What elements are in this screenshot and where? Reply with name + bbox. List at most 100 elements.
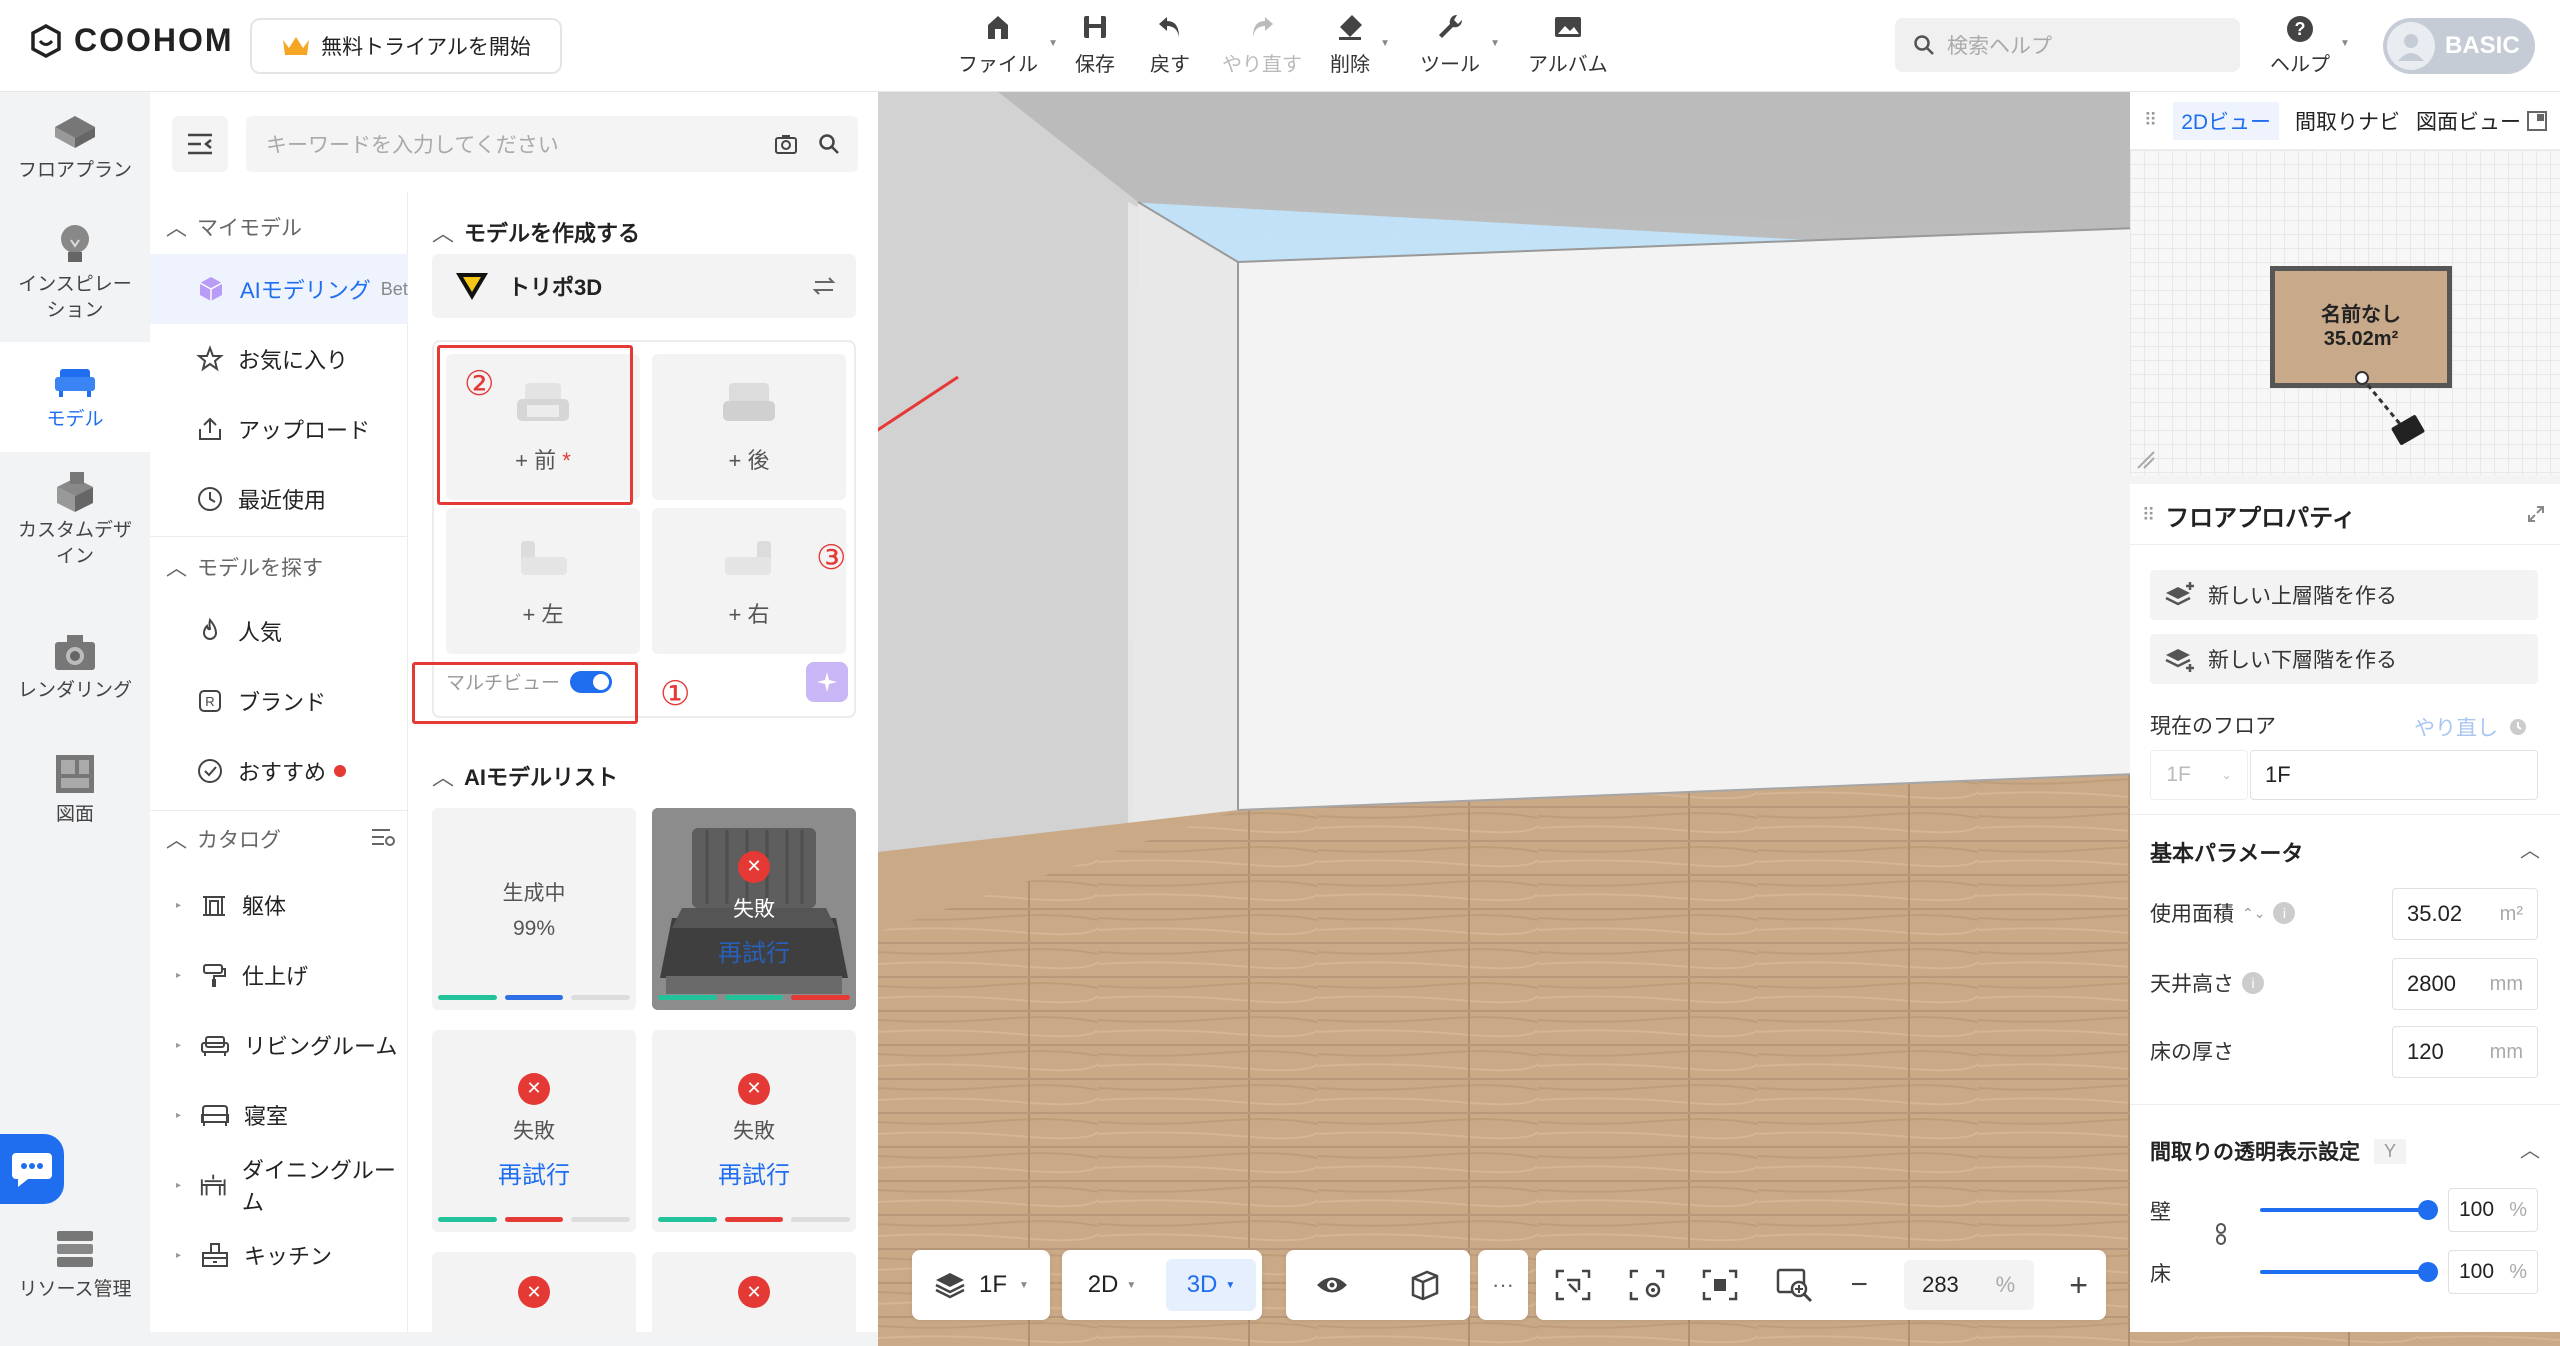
area-input[interactable]: 35.02 m² xyxy=(2392,888,2538,940)
my-models-section[interactable]: ︿ マイモデル xyxy=(166,212,302,242)
resize-corner-icon[interactable] xyxy=(2136,450,2156,470)
eye-icon[interactable] xyxy=(1315,1272,1349,1298)
retry-link[interactable]: 再試行 xyxy=(718,1155,790,1190)
ai-model-card-failed[interactable]: ✕ xyxy=(652,1252,856,1332)
drag-handle-icon[interactable]: ⠿ xyxy=(2142,505,2155,526)
catalog-item-finishes[interactable]: ▸ 仕上げ xyxy=(150,940,408,1010)
focus-frame-icon[interactable] xyxy=(1701,1268,1739,1302)
camera-search-icon[interactable] xyxy=(774,133,798,155)
ai-model-card-generating[interactable]: 生成中 99% xyxy=(432,808,636,1010)
sidebar-item-model[interactable]: モデル xyxy=(0,342,150,452)
sidebar-item-floorplan[interactable]: フロアプラン xyxy=(0,112,150,212)
chevron-up-icon[interactable]: ︿ xyxy=(2520,1134,2540,1163)
redo-floor-button[interactable]: やり直し xyxy=(2414,712,2528,742)
nav-item-recent[interactable]: 最近使用 xyxy=(150,464,408,534)
floor-name-input[interactable]: 1F xyxy=(2250,750,2538,800)
info-icon[interactable]: i xyxy=(2242,972,2264,994)
catalog-section[interactable]: ︿ カタログ xyxy=(166,824,396,854)
nav-item-upload[interactable]: アップロード xyxy=(150,394,408,464)
transparency-header[interactable]: 間取りの透明表示設定 Y xyxy=(2150,1136,2407,1166)
right-view-upload[interactable]: + 右 xyxy=(652,508,846,654)
zoom-fit-icon[interactable] xyxy=(1775,1267,1815,1303)
delete-button[interactable]: 削除 ▼ xyxy=(1330,12,1390,77)
model-search-input[interactable]: キーワードを入力してください xyxy=(246,116,858,172)
floor-opacity-slider[interactable] xyxy=(2260,1262,2438,1282)
coohom-logo[interactable]: COOHOM xyxy=(28,22,234,59)
zoom-input[interactable]: 283 % xyxy=(1903,1260,2034,1310)
filter-settings-icon[interactable] xyxy=(370,826,396,848)
ai-generate-button[interactable] xyxy=(806,662,848,702)
save-button[interactable]: 保存 xyxy=(1075,12,1115,77)
nav-item-ai-modeling[interactable]: AIモデリング Bet xyxy=(150,254,408,324)
undo-button[interactable]: 戻す xyxy=(1150,12,1190,77)
tab-layout-nav[interactable]: 間取りナビ xyxy=(2295,106,2400,136)
catalog-item-kitchen[interactable]: ▸ キッチン xyxy=(150,1220,408,1290)
wall-opacity-input[interactable]: 100% xyxy=(2448,1188,2538,1232)
chevron-up-icon[interactable]: ︿ xyxy=(2520,834,2540,863)
switch-icon[interactable] xyxy=(812,274,836,298)
nav-item-favorites[interactable]: お気に入り xyxy=(150,324,408,394)
create-upper-floor-button[interactable]: 新しい上層階を作る xyxy=(2150,570,2538,620)
sidebar-item-drawing[interactable]: 図面 xyxy=(0,752,150,852)
ai-model-card-failed-bed[interactable]: ✕ 失敗 再試行 xyxy=(652,808,856,1010)
help-search-input[interactable]: 検索ヘルプ xyxy=(1895,18,2240,72)
nav-item-popular[interactable]: 人気 xyxy=(150,596,408,666)
left-view-upload[interactable]: + 左 xyxy=(446,508,640,654)
frame-select-icon[interactable] xyxy=(1554,1268,1592,1302)
ceiling-height-input[interactable]: 2800 mm xyxy=(2392,958,2538,1010)
floor-selector[interactable]: 1F ▼ xyxy=(912,1250,1050,1320)
cube-view-icon[interactable] xyxy=(1407,1269,1441,1301)
nav-item-brand[interactable]: R ブランド xyxy=(150,666,408,736)
more-button[interactable]: ··· xyxy=(1478,1250,1528,1320)
basic-params-header[interactable]: 基本パラメータ xyxy=(2150,836,2303,868)
engine-selector[interactable]: トリポ3D xyxy=(432,254,856,318)
create-lower-floor-button[interactable]: 新しい下層階を作る xyxy=(2150,634,2538,684)
sidebar-item-resource-management[interactable]: リソース管理 xyxy=(0,1227,150,1327)
catalog-item-living-room[interactable]: ▸ リビングルーム xyxy=(150,1010,408,1080)
floor-code-select[interactable]: 1F ⌄ xyxy=(2150,750,2248,800)
ai-model-list-header[interactable]: ︿ AIモデルリスト xyxy=(432,760,618,792)
chat-support-button[interactable] xyxy=(0,1134,64,1204)
ai-model-card-failed[interactable]: ✕ xyxy=(432,1252,636,1332)
catalog-item-bedroom[interactable]: ▸ 寝室 xyxy=(150,1080,408,1150)
catalog-item-dining-room[interactable]: ▸ ダイニングルーム xyxy=(150,1150,408,1220)
sidebar-item-custom-design[interactable]: カスタムデザイン xyxy=(0,470,150,590)
mode-2d-button[interactable]: 2D ▼ xyxy=(1068,1259,1156,1311)
sidebar-item-inspiration[interactable]: インスピレーション xyxy=(0,222,150,332)
camera-position-icon[interactable] xyxy=(2350,370,2430,450)
mode-3d-button[interactable]: 3D ▼ xyxy=(1166,1259,1256,1311)
info-icon[interactable]: i xyxy=(2273,902,2296,924)
redo-button[interactable]: やり直す xyxy=(1222,12,1302,77)
zoom-out-button[interactable]: − xyxy=(1851,1268,1869,1302)
tools-menu-button[interactable]: ツール ▼ xyxy=(1420,12,1500,77)
link-icon[interactable] xyxy=(2214,1222,2228,1246)
start-trial-button[interactable]: 無料トライアルを開始 xyxy=(250,18,562,74)
account-menu[interactable]: BASIC xyxy=(2383,18,2535,74)
create-model-header[interactable]: ︿ モデルを作成する xyxy=(432,216,640,248)
expand-icon[interactable] xyxy=(2526,504,2546,524)
floor-opacity-input[interactable]: 100% xyxy=(2448,1250,2538,1294)
tab-2d-view[interactable]: 2Dビュー xyxy=(2173,101,2280,140)
expand-window-icon[interactable] xyxy=(2526,110,2548,132)
help-button[interactable]: ? ヘルプ xyxy=(2270,14,2330,77)
retry-link[interactable]: 再試行 xyxy=(718,933,790,968)
find-models-section[interactable]: ︿ モデルを探す xyxy=(166,552,323,582)
frame-settings-icon[interactable] xyxy=(1628,1268,1666,1302)
album-button[interactable]: アルバム xyxy=(1528,12,1608,77)
nav-item-recommended[interactable]: おすすめ xyxy=(150,736,408,806)
ai-model-card-failed[interactable]: ✕ 失敗 再試行 xyxy=(432,1030,636,1232)
back-view-upload[interactable]: + 後 xyxy=(652,354,846,500)
ai-model-card-failed[interactable]: ✕ 失敗 再試行 xyxy=(652,1030,856,1232)
catalog-item-structure[interactable]: ▸ 躯体 xyxy=(150,870,408,940)
collapse-panel-button[interactable] xyxy=(172,116,228,172)
sort-icon[interactable]: ⌃⌄ xyxy=(2242,905,2265,922)
tab-drawing-view[interactable]: 図面ビュー xyxy=(2416,106,2521,136)
search-icon[interactable] xyxy=(818,133,840,155)
retry-link[interactable]: 再試行 xyxy=(498,1155,570,1190)
wall-opacity-slider[interactable] xyxy=(2260,1200,2438,1220)
file-menu-button[interactable]: ファイル ▼ xyxy=(958,12,1058,77)
sidebar-item-rendering[interactable]: レンダリング xyxy=(0,632,150,732)
minimap-canvas[interactable]: 名前なし 35.02m² xyxy=(2130,150,2560,476)
floor-thickness-input[interactable]: 120 mm xyxy=(2392,1026,2538,1078)
zoom-in-button[interactable]: + xyxy=(2069,1267,2088,1304)
